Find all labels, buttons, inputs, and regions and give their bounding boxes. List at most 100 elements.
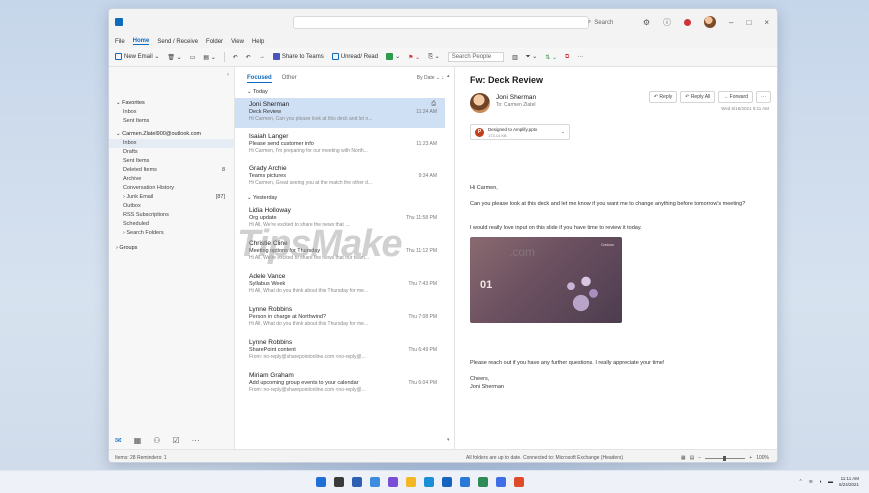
folder-conversation-history[interactable]: Conversation History <box>109 184 235 193</box>
favorite-inbox[interactable]: Inbox <box>109 108 235 117</box>
taskbar-app-icon[interactable] <box>460 477 470 487</box>
group-header-today[interactable]: ⌄ Today <box>247 89 268 95</box>
menu-folder[interactable]: Folder <box>206 39 223 45</box>
taskbar-app-icon[interactable] <box>424 477 434 487</box>
normal-view-icon[interactable]: ▦ <box>681 455 686 461</box>
taskbar-app-icon[interactable] <box>370 477 380 487</box>
taskbar-app-icon[interactable] <box>442 477 452 487</box>
account-avatar[interactable] <box>704 16 717 28</box>
zoom-in-icon[interactable]: + <box>749 455 752 461</box>
battery-icon[interactable]: ▬ <box>828 479 833 485</box>
search-people-input[interactable]: Search People <box>447 52 505 62</box>
menu-home[interactable]: Home <box>132 38 150 45</box>
menu-view[interactable]: View <box>231 39 244 45</box>
groups-header[interactable]: › Groups <box>109 244 235 253</box>
message-item[interactable]: Lynne Robbins SharePoint content From: n… <box>235 336 445 366</box>
more-actions-button[interactable]: ··· <box>756 91 771 103</box>
message-item[interactable]: Grady Archie Teams pictures Hi Carmen, G… <box>235 162 445 192</box>
calendar-icon[interactable]: ▦ <box>134 436 142 445</box>
folder-scheduled[interactable]: Scheduled <box>109 220 235 229</box>
account-header[interactable]: ⌄ Carmen.Zlatel900@outlook.com <box>109 130 235 139</box>
taskbar-app-icon[interactable] <box>316 477 326 487</box>
taskbar-app-icon[interactable] <box>478 477 488 487</box>
taskbar-app-icon[interactable] <box>352 477 362 487</box>
maximize-icon[interactable]: □ <box>746 18 751 27</box>
message-item[interactable]: Miriam Graham Add upcoming group events … <box>235 369 445 399</box>
folder-archive[interactable]: Archive <box>109 175 235 184</box>
rules-icon[interactable]: ⎘ ⌄ <box>428 53 440 61</box>
new-email-button[interactable]: New Email ⌄ <box>115 53 159 61</box>
folder-search-folders[interactable]: › Search Folders <box>109 229 235 238</box>
clock[interactable]: 11:11 AM 6/24/2021 <box>839 476 859 488</box>
tab-focused[interactable]: Focused <box>247 75 272 83</box>
mail-icon[interactable]: ✉ <box>115 436 122 445</box>
message-item[interactable]: Joni Sherman Deck Review Hi Carmen, Can … <box>235 98 445 128</box>
folder-drafts[interactable]: Drafts <box>109 148 235 157</box>
close-icon[interactable]: × <box>764 18 769 27</box>
attachment-card[interactable]: P Designed to Amplify.pptx 173.14 KB ⌄ <box>470 124 570 140</box>
search-input[interactable]: ⌕ Search <box>293 16 613 29</box>
menu-file[interactable]: File <box>115 39 125 45</box>
favorite-sent-items[interactable]: Sent Items <box>109 117 235 126</box>
categorize-icon[interactable]: ⌄ <box>386 53 400 61</box>
folder-sent-items[interactable]: Sent Items <box>109 157 235 166</box>
message-item[interactable]: Christie Cline Meeting options for Thurs… <box>235 237 445 267</box>
zoom-level[interactable]: 100% <box>756 455 769 461</box>
group-header-yesterday[interactable]: ⌄ Yesterday <box>247 195 277 201</box>
move-icon[interactable]: ▤ ⌄ <box>203 54 215 61</box>
menu-send-receive[interactable]: Send / Receive <box>157 39 198 45</box>
tab-other[interactable]: Other <box>282 75 297 83</box>
chevron-down-icon[interactable]: ⌄ <box>561 129 565 135</box>
settings-icon[interactable]: ⚙ <box>643 18 650 27</box>
address-book-icon[interactable]: ▥ <box>512 54 518 61</box>
scroll-up-icon[interactable]: ▴ <box>447 73 450 79</box>
tasks-icon[interactable]: ☑ <box>172 436 179 445</box>
taskbar-app-icon[interactable] <box>388 477 398 487</box>
more-apps-icon[interactable]: ··· <box>192 436 200 445</box>
folder-inbox[interactable]: Inbox <box>109 139 235 148</box>
unread-read-button[interactable]: Unread/ Read <box>331 53 378 61</box>
archive-icon[interactable]: ▭ <box>190 54 196 61</box>
folder-deleted-items[interactable]: Deleted Items 8 <box>109 166 235 175</box>
forward-button[interactable]: → Forward <box>718 91 753 103</box>
favorites-header[interactable]: ⌄ Favorites <box>109 99 235 108</box>
collapse-pane-icon[interactable]: ‹ <box>227 72 229 78</box>
forward-icon[interactable]: → <box>259 54 265 60</box>
zoom-out-icon[interactable]: − <box>698 455 701 461</box>
flag-icon[interactable]: ⚑ ⌄ <box>408 54 420 61</box>
undo-icon[interactable]: ↶ <box>233 54 238 61</box>
sender-name[interactable]: Joni Sherman <box>496 94 536 101</box>
sort-dropdown[interactable]: By Date ⌄ ↓ <box>417 75 444 81</box>
scroll-down-icon[interactable]: ▾ <box>447 437 450 443</box>
taskbar-app-icon[interactable] <box>334 477 344 487</box>
volume-icon[interactable]: ◖ <box>819 479 822 485</box>
folder-rss-subscriptions[interactable]: RSS Subscriptions <box>109 211 235 220</box>
zoom-slider[interactable] <box>705 455 746 461</box>
folder-junk-email[interactable]: › Junk Email [87] <box>109 193 235 202</box>
message-item[interactable]: Adele Vance Syllabus Week Hi All, What d… <box>235 270 445 300</box>
menu-help[interactable]: Help <box>252 39 264 45</box>
minimize-icon[interactable]: – <box>729 18 733 27</box>
share-teams-button[interactable]: Share to Teams <box>272 53 324 61</box>
reply-all-button[interactable]: ↶ Reply All <box>680 91 716 103</box>
chevron-up-icon[interactable]: ⌃ <box>799 479 803 485</box>
sender-avatar[interactable] <box>470 93 490 113</box>
taskbar-app-icon[interactable] <box>406 477 416 487</box>
message-list-scrollbar[interactable]: ▴ ▾ <box>447 73 450 443</box>
filter-icon[interactable]: ⏷ ⌄ <box>526 53 538 61</box>
sort-icon[interactable]: ⇅ ⌄ <box>545 54 557 61</box>
message-item[interactable]: Lidia Holloway Org update Hi All, We're … <box>235 204 445 234</box>
wifi-icon[interactable]: ≋ <box>809 479 813 485</box>
zoom-slider-knob[interactable] <box>723 455 727 461</box>
help-icon[interactable]: ⓘ <box>663 17 671 28</box>
message-item[interactable]: Lynne Robbins Person in charge at Northw… <box>235 303 445 333</box>
message-item[interactable]: Isaiah Langer Please send customer info … <box>235 130 445 160</box>
taskbar-app-icon[interactable] <box>514 477 524 487</box>
people-icon[interactable]: ⚇ <box>153 436 160 445</box>
reading-view-icon[interactable]: ▤ <box>690 455 695 461</box>
more-options-icon[interactable]: ··· <box>577 54 583 60</box>
office-addins-icon[interactable]: ⧉ <box>565 54 569 61</box>
reply-button[interactable]: ↶ Reply <box>648 91 678 103</box>
notification-icon[interactable] <box>684 18 692 26</box>
delete-icon[interactable]: 🗑 ⌄ <box>167 54 181 61</box>
